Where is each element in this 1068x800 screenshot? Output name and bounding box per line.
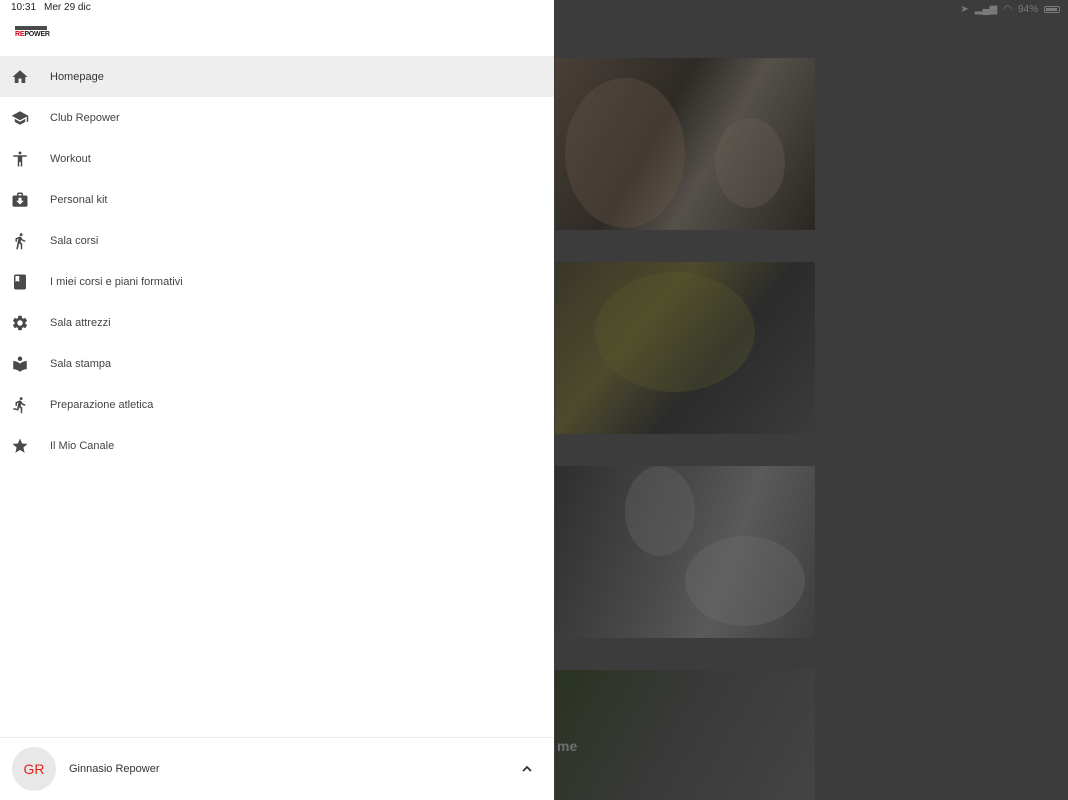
user-account-footer[interactable]: GR Ginnasio Repower: [0, 737, 554, 800]
menu-item-homepage[interactable]: Homepage: [0, 56, 554, 97]
menu-item-label: Sala stampa: [50, 357, 112, 370]
menu-item-label: Sala corsi: [50, 234, 99, 247]
briefcase-download-icon: [10, 190, 30, 210]
menu-item-label: Il Mio Canale: [50, 439, 115, 452]
menu-item-label: Personal kit: [50, 193, 108, 206]
menu-item-personal-kit[interactable]: Personal kit: [0, 179, 554, 220]
reading-icon: [10, 354, 30, 374]
menu-item-label: Sala attrezzi: [50, 316, 111, 329]
walk-icon: [10, 231, 30, 251]
content-card-image[interactable]: [555, 466, 815, 638]
navigation-drawer: 10:31 Mer 29 dic REPOWER Homepage Club R…: [0, 0, 554, 800]
content-card-image[interactable]: [555, 262, 815, 434]
repower-logo: REPOWER: [15, 26, 50, 41]
location-icon: ➤: [960, 3, 969, 15]
home-icon: [10, 67, 30, 87]
content-card-image[interactable]: [555, 58, 815, 230]
status-time: 10:31: [11, 2, 37, 13]
status-date: Mer 29 dic: [44, 2, 91, 13]
book-icon: [10, 272, 30, 292]
menu-item-preparazione-atletica[interactable]: Preparazione atletica: [0, 384, 554, 425]
card-title-partial: me: [557, 738, 578, 754]
menu-item-label: Workout: [50, 152, 91, 165]
menu-item-sala-corsi[interactable]: Sala corsi: [0, 220, 554, 261]
menu-item-workout[interactable]: Workout: [0, 138, 554, 179]
star-icon: [10, 436, 30, 456]
battery-percent: 94%: [1017, 3, 1038, 15]
status-bar-left: 10:31 Mer 29 dic: [11, 2, 91, 13]
content-card-image[interactable]: [555, 670, 815, 800]
accessibility-icon: [10, 149, 30, 169]
menu-item-label: Homepage: [50, 70, 104, 83]
menu-item-label: I miei corsi e piani formativi: [50, 275, 183, 288]
wifi-icon: ◠: [1003, 3, 1012, 15]
menu-item-i-miei-corsi[interactable]: I miei corsi e piani formativi: [0, 261, 554, 302]
menu-item-sala-stampa[interactable]: Sala stampa: [0, 343, 554, 384]
drawer-menu: Homepage Club Repower Workout Personal k…: [0, 56, 554, 466]
menu-item-il-mio-canale[interactable]: Il Mio Canale: [0, 425, 554, 466]
chevron-up-icon[interactable]: [520, 762, 534, 776]
school-icon: [10, 108, 30, 128]
menu-item-label: Preparazione atletica: [50, 398, 154, 411]
menu-item-sala-attrezzi[interactable]: Sala attrezzi: [0, 302, 554, 343]
avatar: GR: [12, 747, 56, 791]
user-name: Ginnasio Repower: [69, 763, 160, 775]
menu-item-club-repower[interactable]: Club Repower: [0, 97, 554, 138]
status-bar-right: ➤ ▂▄▆ ◠ 94%: [960, 2, 1060, 16]
gear-icon: [10, 313, 30, 333]
run-icon: [10, 395, 30, 415]
menu-item-label: Club Repower: [50, 111, 120, 124]
signal-icon: ▂▄▆: [974, 3, 998, 15]
battery-icon: [1044, 5, 1060, 13]
